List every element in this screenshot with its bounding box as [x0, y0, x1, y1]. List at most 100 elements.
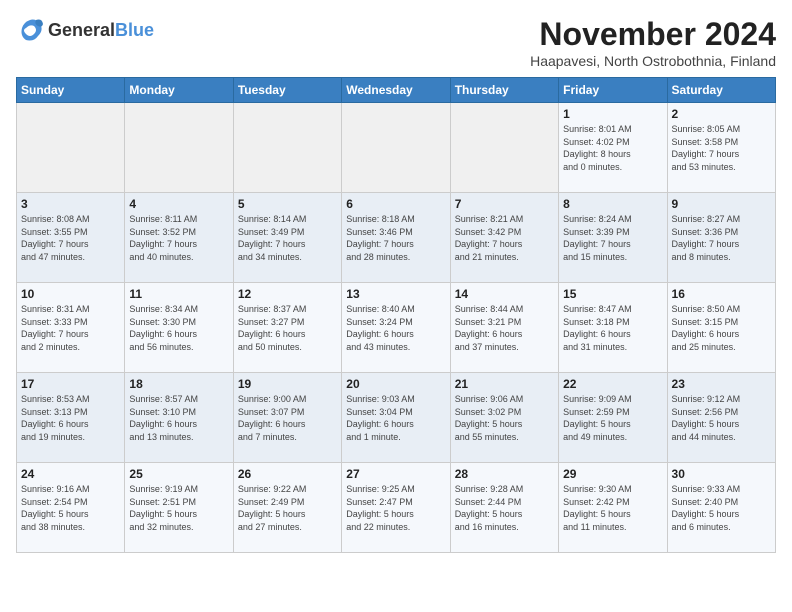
day-number: 27 — [346, 467, 445, 481]
day-header-wednesday: Wednesday — [342, 78, 450, 103]
calendar-cell: 28 Sunrise: 9:28 AM Sunset: 2:44 PM Dayli… — [450, 463, 558, 553]
day-info: Sunrise: 8:08 AM Sunset: 3:55 PM Dayligh… — [21, 213, 120, 263]
day-info: Sunrise: 9:33 AM Sunset: 2:40 PM Dayligh… — [672, 483, 771, 533]
logo-blue: Blue — [115, 20, 154, 40]
day-number: 10 — [21, 287, 120, 301]
day-info: Sunrise: 8:01 AM Sunset: 4:02 PM Dayligh… — [563, 123, 662, 173]
calendar-cell: 2Sunrise: 8:05 AM Sunset: 3:58 PM Daylig… — [667, 103, 775, 193]
calendar-cell: 18 Sunrise: 8:57 AM Sunset: 3:10 PM Dayli… — [125, 373, 233, 463]
calendar-table: SundayMondayTuesdayWednesdayThursdayFrid… — [16, 77, 776, 553]
day-number: 7 — [455, 197, 554, 211]
calendar-cell: 9 Sunrise: 8:27 AM Sunset: 3:36 PM Daylig… — [667, 193, 775, 283]
day-info: Sunrise: 9:03 AM Sunset: 3:04 PM Dayligh… — [346, 393, 445, 443]
day-number: 21 — [455, 377, 554, 391]
day-number: 6 — [346, 197, 445, 211]
day-number: 13 — [346, 287, 445, 301]
logo: GeneralBlue — [16, 16, 154, 44]
day-number: 11 — [129, 287, 228, 301]
calendar-cell: 21 Sunrise: 9:06 AM Sunset: 3:02 PM Dayli… — [450, 373, 558, 463]
calendar-cell: 23 Sunrise: 9:12 AM Sunset: 2:56 PM Dayli… — [667, 373, 775, 463]
calendar-cell: 27 Sunrise: 9:25 AM Sunset: 2:47 PM Dayli… — [342, 463, 450, 553]
calendar-cell: 16Sunrise: 8:50 AM Sunset: 3:15 PM Dayli… — [667, 283, 775, 373]
day-info: Sunrise: 8:27 AM Sunset: 3:36 PM Dayligh… — [672, 213, 771, 263]
calendar-cell: 29Sunrise: 9:30 AM Sunset: 2:42 PM Dayli… — [559, 463, 667, 553]
day-number: 20 — [346, 377, 445, 391]
day-info: Sunrise: 8:47 AM Sunset: 3:18 PM Dayligh… — [563, 303, 662, 353]
day-info: Sunrise: 9:16 AM Sunset: 2:54 PM Dayligh… — [21, 483, 120, 533]
day-number: 1 — [563, 107, 662, 121]
week-row-1: 3 Sunrise: 8:08 AM Sunset: 3:55 PM Daylig… — [17, 193, 776, 283]
day-info: Sunrise: 9:06 AM Sunset: 3:02 PM Dayligh… — [455, 393, 554, 443]
calendar-header: SundayMondayTuesdayWednesdayThursdayFrid… — [17, 78, 776, 103]
calendar-cell — [450, 103, 558, 193]
calendar-cell: 14Sunrise: 8:44 AM Sunset: 3:21 PM Dayli… — [450, 283, 558, 373]
day-header-sunday: Sunday — [17, 78, 125, 103]
calendar-cell: 7Sunrise: 8:21 AM Sunset: 3:42 PM Daylig… — [450, 193, 558, 283]
day-number: 30 — [672, 467, 771, 481]
day-info: Sunrise: 8:40 AM Sunset: 3:24 PM Dayligh… — [346, 303, 445, 353]
calendar-cell: 8Sunrise: 8:24 AM Sunset: 3:39 PM Daylig… — [559, 193, 667, 283]
day-number: 18 — [129, 377, 228, 391]
day-info: Sunrise: 9:09 AM Sunset: 2:59 PM Dayligh… — [563, 393, 662, 443]
week-row-2: 10Sunrise: 8:31 AM Sunset: 3:33 PM Dayli… — [17, 283, 776, 373]
calendar-cell — [233, 103, 341, 193]
calendar-cell: 17 Sunrise: 8:53 AM Sunset: 3:13 PM Dayli… — [17, 373, 125, 463]
day-info: Sunrise: 8:44 AM Sunset: 3:21 PM Dayligh… — [455, 303, 554, 353]
day-info: Sunrise: 9:00 AM Sunset: 3:07 PM Dayligh… — [238, 393, 337, 443]
day-info: Sunrise: 8:50 AM Sunset: 3:15 PM Dayligh… — [672, 303, 771, 353]
calendar-cell: 10Sunrise: 8:31 AM Sunset: 3:33 PM Dayli… — [17, 283, 125, 373]
calendar-cell: 3 Sunrise: 8:08 AM Sunset: 3:55 PM Daylig… — [17, 193, 125, 283]
day-info: Sunrise: 9:30 AM Sunset: 2:42 PM Dayligh… — [563, 483, 662, 533]
day-header-thursday: Thursday — [450, 78, 558, 103]
day-info: Sunrise: 9:25 AM Sunset: 2:47 PM Dayligh… — [346, 483, 445, 533]
week-row-0: 1 Sunrise: 8:01 AM Sunset: 4:02 PM Daylig… — [17, 103, 776, 193]
calendar-cell: 15 Sunrise: 8:47 AM Sunset: 3:18 PM Dayli… — [559, 283, 667, 373]
calendar-cell — [125, 103, 233, 193]
day-info: Sunrise: 8:57 AM Sunset: 3:10 PM Dayligh… — [129, 393, 228, 443]
calendar-cell: 25 Sunrise: 9:19 AM Sunset: 2:51 PM Dayli… — [125, 463, 233, 553]
page-header: GeneralBlue November 2024 Haapavesi, Nor… — [16, 16, 776, 69]
day-number: 5 — [238, 197, 337, 211]
day-info: Sunrise: 8:18 AM Sunset: 3:46 PM Dayligh… — [346, 213, 445, 263]
day-info: Sunrise: 9:28 AM Sunset: 2:44 PM Dayligh… — [455, 483, 554, 533]
day-info: Sunrise: 9:22 AM Sunset: 2:49 PM Dayligh… — [238, 483, 337, 533]
day-number: 25 — [129, 467, 228, 481]
header-row: SundayMondayTuesdayWednesdayThursdayFrid… — [17, 78, 776, 103]
calendar-cell: 19 Sunrise: 9:00 AM Sunset: 3:07 PM Dayli… — [233, 373, 341, 463]
day-number: 9 — [672, 197, 771, 211]
day-info: Sunrise: 8:37 AM Sunset: 3:27 PM Dayligh… — [238, 303, 337, 353]
day-info: Sunrise: 8:11 AM Sunset: 3:52 PM Dayligh… — [129, 213, 228, 263]
day-number: 19 — [238, 377, 337, 391]
day-number: 22 — [563, 377, 662, 391]
day-header-saturday: Saturday — [667, 78, 775, 103]
day-number: 23 — [672, 377, 771, 391]
calendar-cell: 5 Sunrise: 8:14 AM Sunset: 3:49 PM Daylig… — [233, 193, 341, 283]
day-header-friday: Friday — [559, 78, 667, 103]
day-info: Sunrise: 9:12 AM Sunset: 2:56 PM Dayligh… — [672, 393, 771, 443]
day-number: 28 — [455, 467, 554, 481]
day-info: Sunrise: 8:24 AM Sunset: 3:39 PM Dayligh… — [563, 213, 662, 263]
title-section: November 2024 Haapavesi, North Ostroboth… — [530, 16, 776, 69]
day-header-monday: Monday — [125, 78, 233, 103]
day-info: Sunrise: 8:14 AM Sunset: 3:49 PM Dayligh… — [238, 213, 337, 263]
day-number: 24 — [21, 467, 120, 481]
day-number: 26 — [238, 467, 337, 481]
day-number: 2 — [672, 107, 771, 121]
calendar-cell: 22 Sunrise: 9:09 AM Sunset: 2:59 PM Dayli… — [559, 373, 667, 463]
calendar-cell: 13 Sunrise: 8:40 AM Sunset: 3:24 PM Dayli… — [342, 283, 450, 373]
day-header-tuesday: Tuesday — [233, 78, 341, 103]
day-number: 3 — [21, 197, 120, 211]
calendar-cell: 6 Sunrise: 8:18 AM Sunset: 3:46 PM Daylig… — [342, 193, 450, 283]
calendar-body: 1 Sunrise: 8:01 AM Sunset: 4:02 PM Daylig… — [17, 103, 776, 553]
day-number: 17 — [21, 377, 120, 391]
week-row-3: 17 Sunrise: 8:53 AM Sunset: 3:13 PM Dayli… — [17, 373, 776, 463]
day-info: Sunrise: 8:53 AM Sunset: 3:13 PM Dayligh… — [21, 393, 120, 443]
week-row-4: 24 Sunrise: 9:16 AM Sunset: 2:54 PM Dayli… — [17, 463, 776, 553]
day-number: 15 — [563, 287, 662, 301]
calendar-cell: 4Sunrise: 8:11 AM Sunset: 3:52 PM Daylig… — [125, 193, 233, 283]
calendar-cell — [342, 103, 450, 193]
calendar-cell: 11Sunrise: 8:34 AM Sunset: 3:30 PM Dayli… — [125, 283, 233, 373]
logo-icon — [16, 16, 44, 44]
day-info: Sunrise: 9:19 AM Sunset: 2:51 PM Dayligh… — [129, 483, 228, 533]
logo-text: GeneralBlue — [48, 20, 154, 41]
